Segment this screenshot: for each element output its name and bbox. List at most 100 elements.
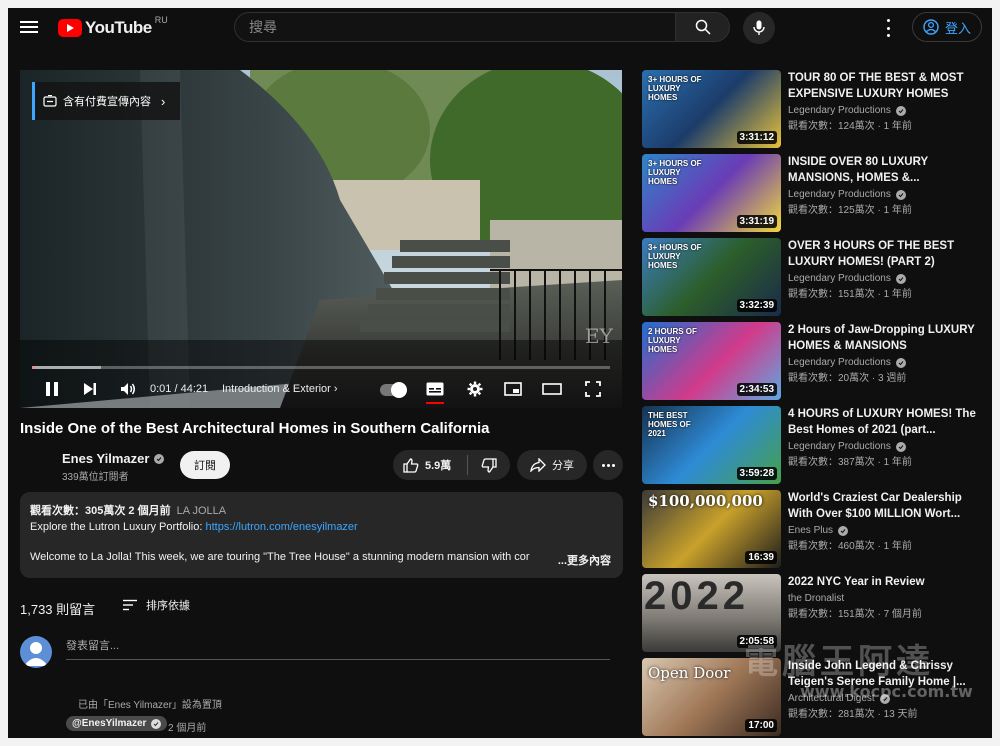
- video-duration: 3:31:19: [736, 215, 777, 228]
- recommendation-channel[interactable]: Enes Plus: [788, 525, 982, 536]
- recommendation-title[interactable]: World's Craziest Car Dealership With Ove…: [788, 490, 982, 522]
- video-duration: 17:00: [745, 719, 777, 732]
- recommendation-channel[interactable]: the Dronalist: [788, 593, 982, 604]
- recommendation-title[interactable]: Inside John Legend & Chrissy Teigen's Se…: [788, 658, 982, 690]
- recommendation-item[interactable]: 2022 2:05:58 2022 NYC Year in Review the Dr…: [642, 574, 982, 652]
- top-bar: YouTube RU 搜尋 登入: [8, 8, 992, 48]
- recommendation-channel[interactable]: Legendary Productions: [788, 273, 982, 284]
- video-duration: 2:34:53: [736, 383, 777, 396]
- video-player[interactable]: 含有付費宣傳內容 › EY 0:01 / 44:21 Introduction …: [20, 70, 622, 408]
- theater-mode-button[interactable]: [540, 378, 564, 400]
- recommendation-item[interactable]: 3+ HOURS OF LUXURY HOMES 3:32:39 OVER 3 HO…: [642, 238, 982, 316]
- recommendation-thumbnail[interactable]: $100,000,000 16:39: [642, 490, 781, 568]
- recommendation-channel[interactable]: Legendary Productions: [788, 357, 982, 368]
- subtitles-button[interactable]: [424, 378, 446, 400]
- theater-mode-icon: [542, 383, 562, 395]
- like-dislike-group: 5.9萬: [393, 450, 510, 480]
- youtube-window: YouTube RU 搜尋 登入 含有付費宣傳內容 › EY 0:01 / 44…: [8, 8, 992, 738]
- progress-bar[interactable]: [32, 366, 610, 369]
- add-comment-input[interactable]: 發表留言...: [66, 637, 610, 660]
- recommendation-title[interactable]: TOUR 80 OF THE BEST & MOST EXPENSIVE LUX…: [788, 70, 982, 102]
- microphone-icon: [753, 20, 765, 35]
- recommendation-thumbnail[interactable]: THE BEST HOMES OF 2021 3:59:28: [642, 406, 781, 484]
- user-avatar: [20, 636, 52, 668]
- recommendation-item[interactable]: THE BEST HOMES OF 2021 3:59:28 4 HOURS of …: [642, 406, 982, 484]
- recommendation-item[interactable]: Open Door 17:00 Inside John Legend & Chris…: [642, 658, 982, 736]
- recommendation-item[interactable]: 3+ HOURS OF LUXURY HOMES 3:31:12 TOUR 80 O…: [642, 70, 982, 148]
- description-box[interactable]: 觀看次數：305萬次 2 個月前 LA JOLLA Explore the Lut…: [20, 492, 623, 578]
- channel-name: Architectural Digest: [788, 693, 875, 704]
- menu-icon[interactable]: [20, 18, 38, 34]
- recommendation-channel[interactable]: Legendary Productions: [788, 105, 982, 116]
- subscribe-button[interactable]: 訂閱: [180, 451, 230, 479]
- recommendation-thumbnail[interactable]: 3+ HOURS OF LUXURY HOMES 3:32:39: [642, 238, 781, 316]
- autoplay-toggle[interactable]: [380, 382, 407, 398]
- recommendation-channel[interactable]: Legendary Productions: [788, 189, 982, 200]
- recommendation-channel[interactable]: Architectural Digest: [788, 693, 982, 704]
- recommendation-item[interactable]: $100,000,000 16:39 World's Craziest Car De…: [642, 490, 982, 568]
- like-count: 5.9萬: [425, 460, 452, 472]
- signin-label: 登入: [944, 20, 971, 36]
- thumbnail-text: Open Door: [648, 664, 731, 682]
- search-input[interactable]: 搜尋: [234, 12, 676, 42]
- thumbnail-text: 2 HOURS OF LUXURY HOMES: [648, 327, 697, 354]
- video-duration: 3:32:39: [736, 299, 777, 312]
- more-actions-button[interactable]: [593, 450, 623, 480]
- paid-promotion-label: 含有付費宣傳內容: [63, 96, 151, 108]
- voice-search-button[interactable]: [743, 12, 775, 44]
- settings-menu-icon[interactable]: [880, 18, 896, 38]
- like-button[interactable]: 5.9萬: [393, 450, 467, 480]
- recommendation-thumbnail[interactable]: Open Door 17:00: [642, 658, 781, 736]
- subscriber-count: 339萬位訂閱者: [62, 472, 129, 483]
- recommendation-item[interactable]: 2 HOURS OF LUXURY HOMES 2:34:53 2 Hours of…: [642, 322, 982, 400]
- verified-icon: [154, 453, 165, 464]
- recommendation-thumbnail[interactable]: 3+ HOURS OF LUXURY HOMES 3:31:19: [642, 154, 781, 232]
- sort-comments-button[interactable]: 排序依據: [122, 597, 190, 613]
- description-link[interactable]: https://lutron.com/enesyilmazer: [205, 521, 357, 533]
- recommendation-item[interactable]: 3+ HOURS OF LUXURY HOMES 3:31:19 INSIDE OV…: [642, 154, 982, 232]
- recommendation-title[interactable]: 2 Hours of Jaw-Dropping LUXURY HOMES & M…: [788, 322, 982, 354]
- youtube-logo[interactable]: YouTube RU: [58, 15, 168, 40]
- miniplayer-button[interactable]: [502, 378, 524, 400]
- channel-avatar[interactable]: [20, 448, 56, 484]
- channel-name-link[interactable]: Enes Yilmazer: [62, 451, 165, 466]
- paid-promotion-chip[interactable]: 含有付費宣傳內容 ›: [32, 82, 180, 120]
- thumbs-down-icon: [481, 457, 497, 473]
- recommendation-meta: Inside John Legend & Chrissy Teigen's Se…: [788, 658, 982, 720]
- recommendation-views: 觀看次數：460萬次 · 1 年前: [788, 541, 912, 552]
- verified-icon: [895, 189, 906, 200]
- verified-icon: [838, 525, 849, 536]
- search-button[interactable]: [676, 12, 730, 42]
- video-title: Inside One of the Best Architectural Hom…: [20, 420, 490, 437]
- verified-icon: [895, 441, 906, 452]
- recommendation-title[interactable]: 2022 NYC Year in Review: [788, 574, 982, 590]
- recommendation-title[interactable]: OVER 3 HOURS OF THE BEST LUXURY HOMES! (…: [788, 238, 982, 270]
- pinned-by-label: 已由「Enes Yilmazer」設為置頂: [78, 700, 222, 711]
- recommendation-meta: OVER 3 HOURS OF THE BEST LUXURY HOMES! (…: [788, 238, 982, 300]
- fullscreen-button[interactable]: [582, 378, 604, 400]
- video-duration: 3:31:12: [736, 131, 777, 144]
- pause-button[interactable]: [40, 378, 64, 400]
- next-button[interactable]: [78, 378, 102, 400]
- chapter-button[interactable]: Introduction & Exterior ›: [222, 383, 338, 395]
- recommendation-thumbnail[interactable]: 3+ HOURS OF LUXURY HOMES 3:31:12: [642, 70, 781, 148]
- comment-count: 1,733 則留言: [20, 602, 96, 617]
- recommendation-channel[interactable]: Legendary Productions: [788, 441, 982, 452]
- channel-name: the Dronalist: [788, 593, 845, 604]
- signin-button[interactable]: 登入: [912, 12, 982, 42]
- recommendation-thumbnail[interactable]: 2022 2:05:58: [642, 574, 781, 652]
- dislike-button[interactable]: [468, 450, 510, 480]
- volume-button[interactable]: [116, 378, 140, 400]
- time-display: 0:01 / 44:21: [150, 383, 209, 395]
- channel-name: Legendary Productions: [788, 357, 891, 368]
- video-duration: 2:05:58: [736, 635, 777, 648]
- comment-author-chip[interactable]: @EnesYilmazer: [66, 716, 168, 731]
- recommendation-title[interactable]: 4 HOURS of LUXURY HOMES! The Best Homes …: [788, 406, 982, 438]
- recommendation-thumbnail[interactable]: 2 HOURS OF LUXURY HOMES 2:34:53: [642, 322, 781, 400]
- share-button[interactable]: 分享: [517, 450, 587, 480]
- settings-button[interactable]: [464, 378, 486, 400]
- show-more-button[interactable]: ...更多內容: [553, 552, 611, 568]
- location-tag[interactable]: LA JOLLA: [177, 505, 227, 517]
- recommendation-title[interactable]: INSIDE OVER 80 LUXURY MANSIONS, HOMES &.…: [788, 154, 982, 186]
- recommendation-views: 觀看次數：124萬次 · 1 年前: [788, 121, 912, 132]
